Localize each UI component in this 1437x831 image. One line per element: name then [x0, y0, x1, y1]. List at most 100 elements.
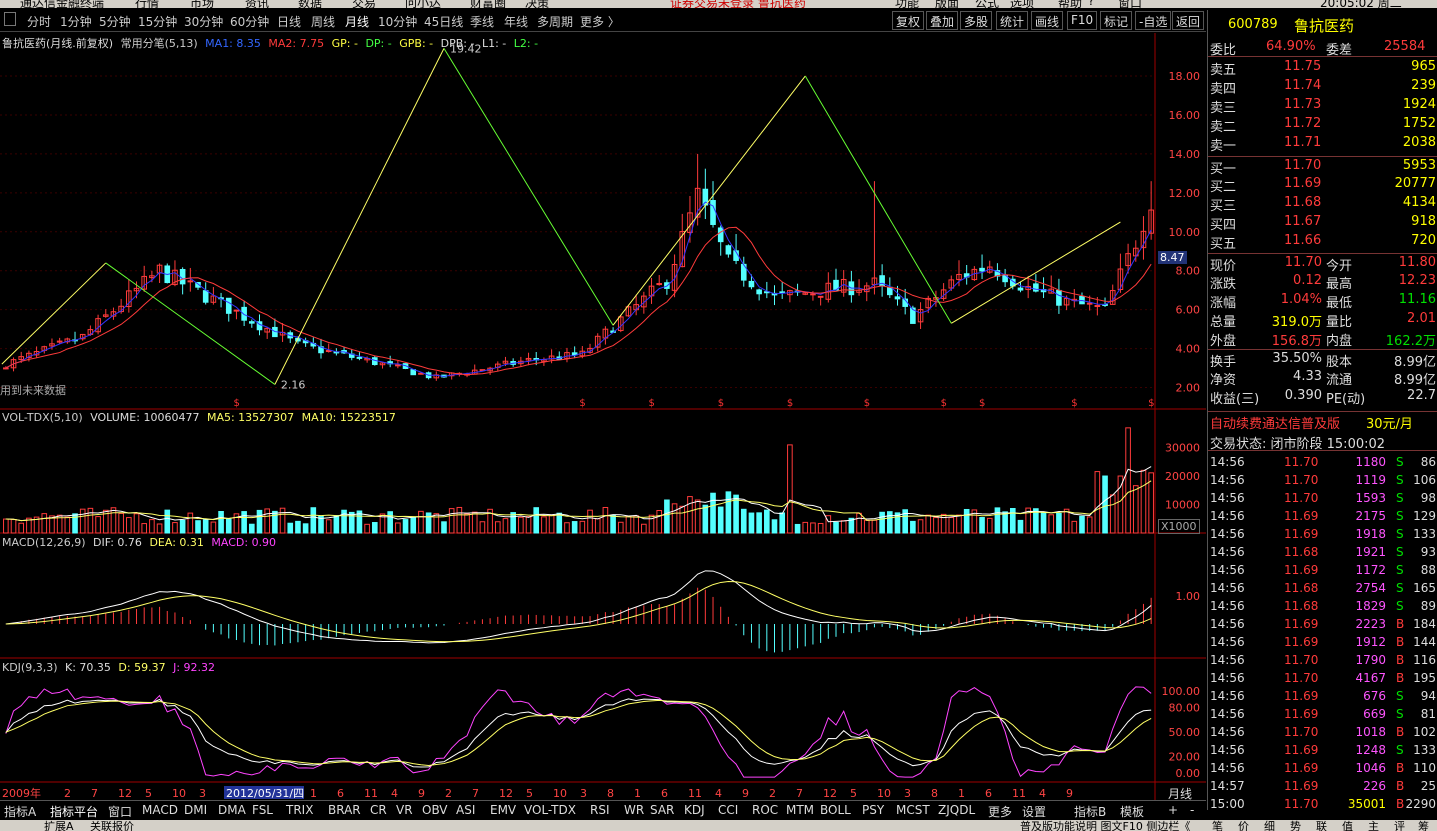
promo-price[interactable]: 30元/月: [1366, 413, 1413, 432]
menu-item[interactable]: 市场: [190, 0, 214, 8]
period-tab[interactable]: 45日线: [424, 13, 463, 30]
indicator-tab[interactable]: WR: [624, 803, 644, 817]
indicator-tab[interactable]: BRAR: [328, 803, 361, 817]
tick-volume: 1018: [1355, 725, 1386, 739]
indicator-tab[interactable]: SAR: [650, 803, 674, 817]
indicator-tab[interactable]: ZJQDL: [938, 803, 975, 817]
menu-item[interactable]: 交易: [352, 0, 376, 8]
period-tab[interactable]: 10分钟: [378, 13, 417, 30]
promo-banner[interactable]: 自动续费通达信普及版 30元/月: [1208, 411, 1437, 432]
layout-toggle-icon[interactable]: [4, 12, 16, 26]
indicator-tab[interactable]: 设置: [1022, 803, 1046, 820]
login-notice[interactable]: 证券交易未登录 鲁抗医药: [670, 0, 806, 8]
period-tab[interactable]: 30分钟: [184, 13, 223, 30]
period-tab[interactable]: 分时: [27, 13, 51, 30]
status-related-quote[interactable]: 关联报价: [90, 820, 134, 831]
d-value: D: 59.37: [118, 661, 166, 674]
indicator-tabs: 指标A 指标平台 窗口 MACD DMI DMA FSL TRIX BRAR CR VR OBV ASI…: [0, 800, 1206, 819]
menu-right-item[interactable]: 版面: [935, 0, 959, 8]
menu-item[interactable]: 行情: [135, 0, 159, 8]
indicator-tab[interactable]: ROC: [752, 803, 778, 817]
menu-right-item[interactable]: 帮助: [1058, 0, 1082, 8]
menu-item[interactable]: 数据: [298, 0, 322, 8]
menu-right-item[interactable]: 窗口: [1118, 0, 1142, 8]
indicator-tab[interactable]: 指标平台: [50, 803, 98, 820]
toolbar-button[interactable]: -自选: [1135, 11, 1172, 30]
indicator-tab[interactable]: CCI: [718, 803, 738, 817]
period-tab[interactable]: 15分钟: [138, 13, 177, 30]
side-tab[interactable]: 主: [1368, 820, 1379, 831]
indicator-tab[interactable]: DMI: [184, 803, 207, 817]
promo-text[interactable]: 自动续费通达信普及版: [1210, 413, 1340, 432]
toolbar-button[interactable]: 多股: [960, 11, 993, 30]
toolbar-button[interactable]: 统计: [996, 11, 1029, 30]
kdj-indicator-name[interactable]: KDJ(9,3,3): [2, 661, 58, 674]
period-tab[interactable]: 1分钟: [60, 13, 92, 30]
status-ext-a[interactable]: 扩展A: [44, 820, 74, 831]
period-tab[interactable]: 周线: [311, 13, 335, 30]
toolbar-button[interactable]: 叠加: [926, 11, 959, 30]
tick-row: 14:57 11.69 226 B 25: [1208, 778, 1437, 796]
menu-item[interactable]: 决策: [525, 0, 549, 8]
indicator-tab[interactable]: VOL-TDX: [524, 803, 576, 817]
indicator-tab[interactable]: VR: [396, 803, 413, 817]
period-tab[interactable]: 季线: [470, 13, 494, 30]
menu-right-item[interactable]: 选项: [1010, 0, 1034, 8]
indicator-tab[interactable]: MACD: [142, 803, 178, 817]
side-tab[interactable]: 笔: [1212, 820, 1223, 831]
indicator-name[interactable]: 常用分笔(5,13): [121, 37, 198, 50]
period-tab[interactable]: 5分钟: [99, 13, 131, 30]
menu-item[interactable]: 资讯: [245, 0, 269, 8]
indicator-tab[interactable]: BOLL: [820, 803, 851, 817]
volume-bar-up: [187, 512, 194, 534]
indicator-tab[interactable]: RSI: [590, 803, 610, 817]
side-tab[interactable]: 评: [1394, 820, 1405, 831]
indicator-tab[interactable]: EMV: [490, 803, 516, 817]
menu-right-item[interactable]: ?: [1088, 0, 1094, 8]
toolbar-button[interactable]: 复权: [892, 11, 925, 30]
side-tab[interactable]: 联: [1316, 820, 1327, 831]
period-tab[interactable]: 日线: [277, 13, 301, 30]
period-tab[interactable]: 60分钟: [230, 13, 269, 30]
side-tab[interactable]: 筹: [1418, 820, 1429, 831]
menu-item[interactable]: 问小达: [405, 0, 441, 8]
template-tab[interactable]: 模板: [1120, 803, 1144, 820]
side-tab[interactable]: 势: [1290, 820, 1301, 831]
indicator-tab[interactable]: MTM: [786, 803, 814, 817]
macd-indicator-name[interactable]: MACD(12,26,9): [2, 536, 86, 549]
indicator-tab[interactable]: ASI: [456, 803, 475, 817]
indicator-tab[interactable]: KDJ: [684, 803, 705, 817]
period-tab[interactable]: 多周期: [537, 13, 573, 30]
indicator-tab[interactable]: MCST: [896, 803, 930, 817]
vol-indicator-name[interactable]: VOL-TDX(5,10): [2, 411, 83, 424]
menu-right-item[interactable]: 公式: [975, 0, 999, 8]
menu-item[interactable]: 财富圈: [470, 0, 506, 8]
menu-right-item[interactable]: 功能: [895, 0, 919, 8]
side-tab[interactable]: 细: [1264, 820, 1275, 831]
volume-bar-up: [633, 515, 639, 534]
toolbar-button[interactable]: 返回: [1172, 11, 1205, 30]
bid-price: 11.68: [1284, 195, 1322, 210]
indicator-tab[interactable]: 更多: [988, 803, 1012, 820]
indicator-tab[interactable]: 窗口: [108, 803, 132, 820]
candle-down: [717, 227, 724, 243]
toolbar-button[interactable]: F10: [1067, 11, 1098, 30]
indicator-tab[interactable]: TRIX: [286, 803, 313, 817]
side-tab[interactable]: 价: [1238, 820, 1249, 831]
indicator-tab[interactable]: DMA: [218, 803, 246, 817]
period-tab-selected[interactable]: 月线: [345, 13, 369, 30]
period-tab[interactable]: 年线: [504, 13, 528, 30]
template-tab[interactable]: 指标B: [1074, 803, 1106, 820]
template-tab[interactable]: -: [1190, 803, 1194, 817]
indicator-tab[interactable]: OBV: [422, 803, 448, 817]
indicator-tab[interactable]: CR: [370, 803, 387, 817]
indicator-tab[interactable]: FSL: [252, 803, 273, 817]
toolbar-button[interactable]: 画线: [1031, 11, 1064, 30]
template-tab[interactable]: +: [1168, 803, 1178, 817]
toolbar-button[interactable]: 标记: [1100, 11, 1133, 30]
indicator-tab[interactable]: PSY: [862, 803, 884, 817]
status-right-links[interactable]: 普及版功能说明 图文F10 侧边栏《: [1020, 820, 1190, 831]
side-tab[interactable]: 值: [1342, 820, 1353, 831]
period-tab[interactable]: 更多 〉: [580, 13, 620, 30]
indicator-tab[interactable]: 指标A: [4, 803, 36, 820]
